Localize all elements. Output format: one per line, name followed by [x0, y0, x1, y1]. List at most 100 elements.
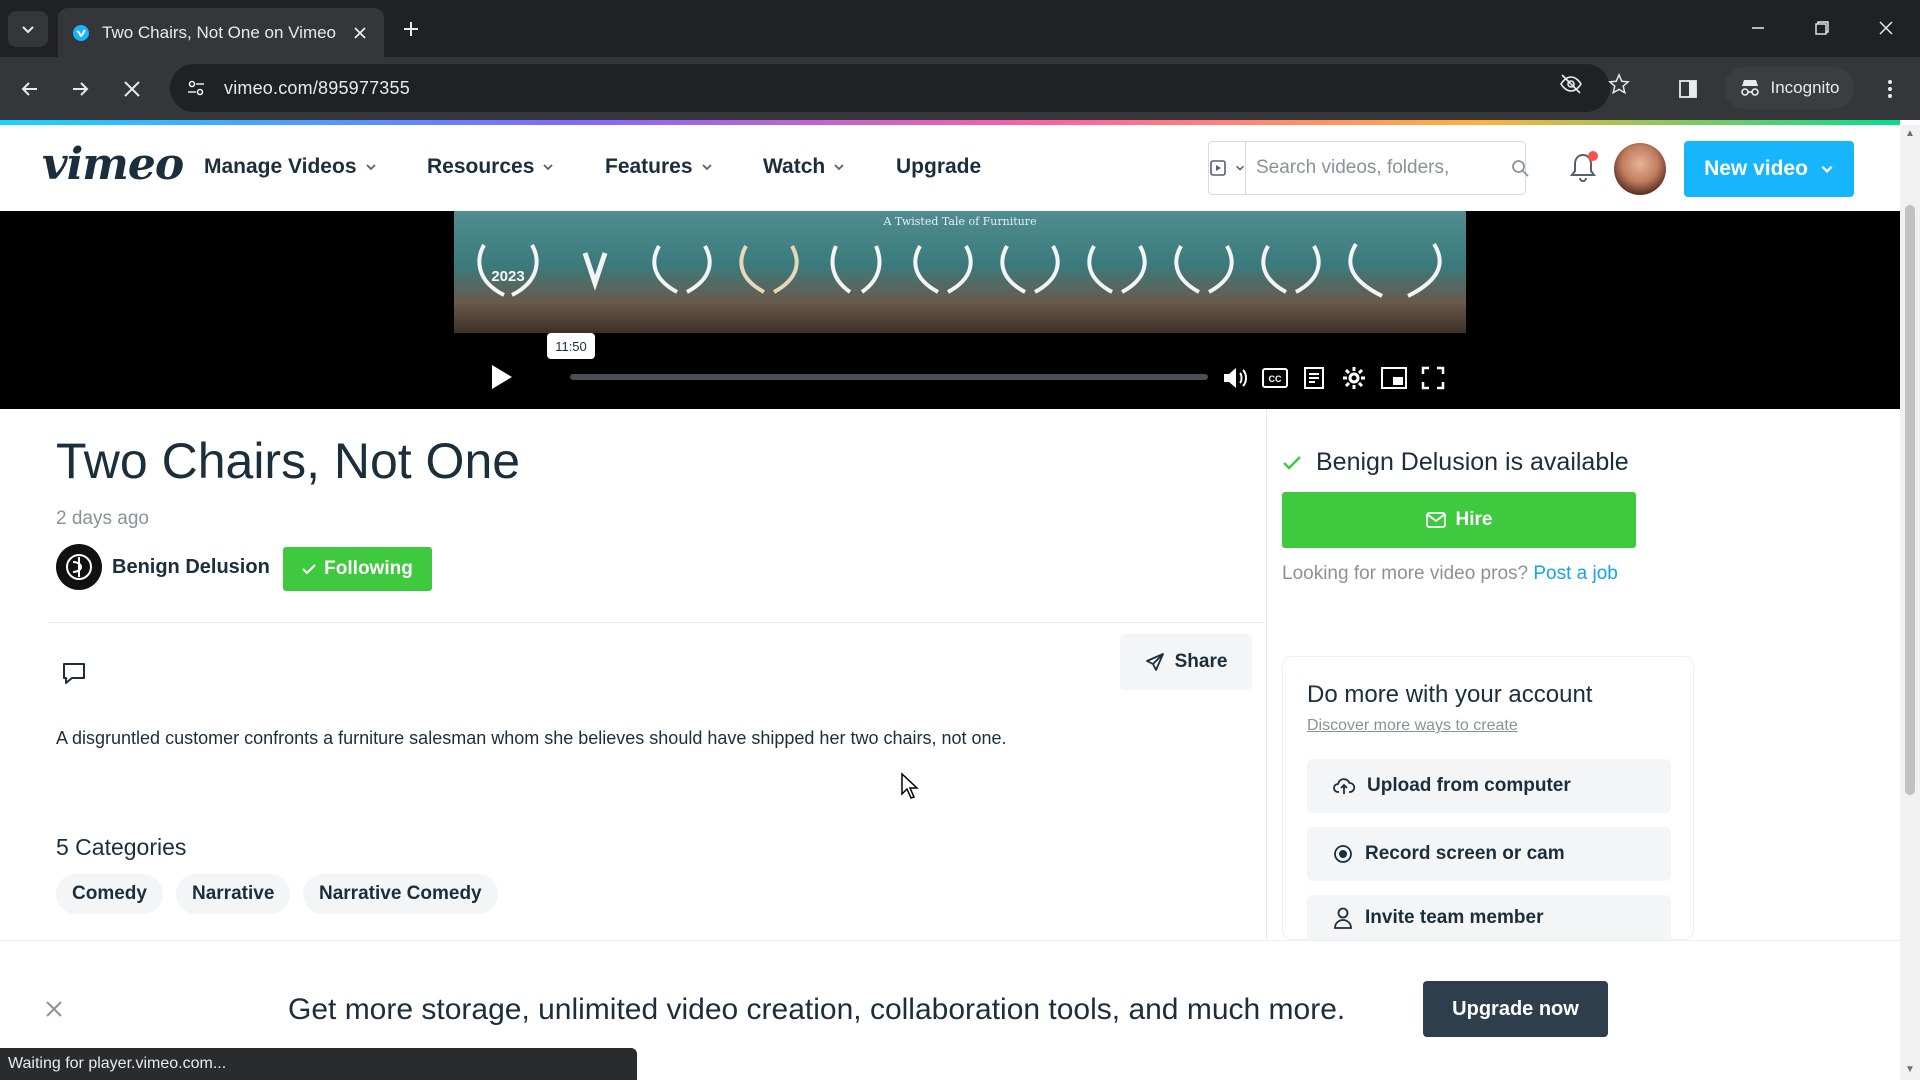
post-job-link[interactable]: Post a job [1533, 563, 1618, 584]
eye-off-icon [1560, 74, 1582, 94]
tracking-protection-button[interactable] [1556, 69, 1586, 99]
picture-in-picture-button[interactable] [1379, 363, 1409, 393]
seek-bar[interactable] [570, 374, 1208, 380]
laurel-year: 2023 [491, 268, 524, 285]
minimize-button[interactable] [1738, 10, 1778, 46]
volume-button[interactable] [1220, 363, 1250, 393]
laurel-icon [557, 235, 633, 307]
looking-for-pros: Looking for more video pros? Post a job [1282, 563, 1618, 585]
availability-status: Benign Delusion is available [1282, 448, 1629, 477]
nav-manage-videos[interactable]: Manage Videos [204, 155, 377, 179]
bookmark-button[interactable] [1604, 69, 1634, 99]
nav-watch[interactable]: Watch [763, 155, 845, 179]
address-bar[interactable]: vimeo.com/895977355 [170, 64, 1610, 112]
creator-name-link[interactable]: Benign Delusion [112, 556, 270, 579]
settings-button[interactable] [1339, 363, 1369, 393]
captions-button[interactable]: CC [1260, 363, 1290, 393]
nav-features[interactable]: Features [605, 155, 713, 179]
following-label: Following [324, 558, 413, 579]
forward-button[interactable] [62, 71, 98, 107]
nav-upgrade[interactable]: Upgrade [896, 155, 981, 179]
do-more-title: Do more with your account [1307, 681, 1593, 708]
close-icon [1879, 21, 1893, 35]
browser-tab-bar: Two Chairs, Not One on Vimeo [0, 0, 1920, 57]
chevron-down-icon [834, 164, 844, 171]
laurel-icon [818, 235, 894, 307]
laurel-icon: 2023 [470, 235, 546, 307]
tab-search-button[interactable] [8, 11, 48, 47]
new-video-button[interactable]: New video [1684, 141, 1854, 197]
invite-team-member-button[interactable]: Invite team member [1307, 895, 1671, 941]
cc-icon: CC [1262, 368, 1288, 388]
send-icon [1145, 653, 1164, 671]
new-tab-button[interactable] [396, 14, 426, 44]
browser-tab[interactable]: Two Chairs, Not One on Vimeo [58, 8, 384, 57]
browser-menu-button[interactable] [1872, 71, 1908, 107]
category-chip[interactable]: Comedy [56, 874, 163, 914]
creator-avatar[interactable] [56, 544, 102, 590]
upload-from-computer-button[interactable]: Upload from computer [1307, 759, 1671, 813]
video-player[interactable]: A Twisted Tale of Furniture 2023 11:50 C… [0, 211, 1900, 409]
video-description: A disgruntled customer confronts a furni… [56, 728, 1007, 748]
transcript-button[interactable] [1300, 363, 1330, 393]
availability-text: Benign Delusion is available [1316, 448, 1629, 476]
share-button[interactable]: Share [1120, 634, 1252, 690]
search-scope-dropdown[interactable] [1209, 142, 1246, 194]
video-title: Two Chairs, Not One [56, 433, 521, 489]
fullscreen-button[interactable] [1418, 363, 1448, 393]
notifications-button[interactable] [1568, 151, 1600, 187]
search-box [1208, 141, 1529, 195]
banner-text: Get more storage, unlimited video creati… [288, 993, 1346, 1026]
creator-logo-icon [66, 554, 92, 580]
scroll-thumb[interactable] [1905, 205, 1915, 795]
category-chip[interactable]: Narrative Comedy [303, 874, 498, 914]
festival-laurels: 2023 [470, 235, 1450, 307]
transcript-icon [1304, 367, 1324, 389]
section-divider [48, 622, 1264, 623]
browser-status-bar: Waiting for player.vimeo.com... [0, 1048, 637, 1080]
tab-close-icon[interactable] [350, 23, 370, 43]
scroll-up-arrow[interactable]: ▲ [1905, 129, 1915, 139]
upgrade-now-button[interactable]: Upgrade now [1423, 981, 1608, 1037]
play-button[interactable] [488, 363, 518, 393]
seek-time-tooltip: 11:50 [547, 333, 595, 359]
arrow-left-icon [21, 82, 37, 96]
banner-close-button[interactable] [44, 999, 68, 1023]
url-text: vimeo.com/895977355 [224, 77, 410, 98]
nav-resources[interactable]: Resources [427, 155, 554, 179]
record-icon [1334, 845, 1352, 863]
pip-icon [1381, 367, 1407, 389]
stop-loading-button[interactable] [114, 71, 150, 107]
gear-icon [1343, 367, 1365, 389]
volume-icon [1224, 368, 1247, 388]
category-chip[interactable]: Narrative [176, 874, 291, 914]
user-avatar[interactable] [1614, 143, 1666, 195]
do-more-panel: Do more with your account Discover more … [1282, 656, 1694, 941]
search-input[interactable] [1246, 142, 1511, 194]
record-screen-button[interactable]: Record screen or cam [1307, 827, 1671, 881]
star-icon [1608, 73, 1630, 95]
scroll-down-arrow[interactable]: ▼ [1905, 1065, 1915, 1075]
restore-button[interactable] [1802, 10, 1842, 46]
incognito-indicator[interactable]: Incognito [1724, 67, 1854, 109]
vimeo-logo[interactable]: vimeo [42, 139, 184, 190]
more-vertical-icon [1888, 80, 1892, 98]
site-settings-icon[interactable] [186, 78, 206, 98]
following-button[interactable]: Following [283, 547, 432, 591]
discover-more-link[interactable]: Discover more ways to create [1307, 717, 1518, 735]
back-button[interactable] [12, 71, 48, 107]
looking-text: Looking for more video pros? [1282, 563, 1529, 584]
fullscreen-icon [1421, 366, 1445, 390]
laurel-icon [992, 235, 1068, 307]
page-scrollbar[interactable]: ▲ ▼ [1900, 125, 1920, 1080]
close-window-button[interactable] [1866, 10, 1906, 46]
search-icon[interactable] [1511, 159, 1529, 177]
plus-icon [404, 22, 418, 36]
cloud-upload-icon [1333, 778, 1355, 794]
incognito-label: Incognito [1770, 78, 1840, 97]
notification-badge [1588, 151, 1598, 161]
hire-button[interactable]: Hire [1282, 492, 1636, 548]
side-panel-button[interactable] [1670, 71, 1706, 107]
comment-button[interactable] [60, 660, 88, 688]
comment-icon [63, 663, 85, 684]
